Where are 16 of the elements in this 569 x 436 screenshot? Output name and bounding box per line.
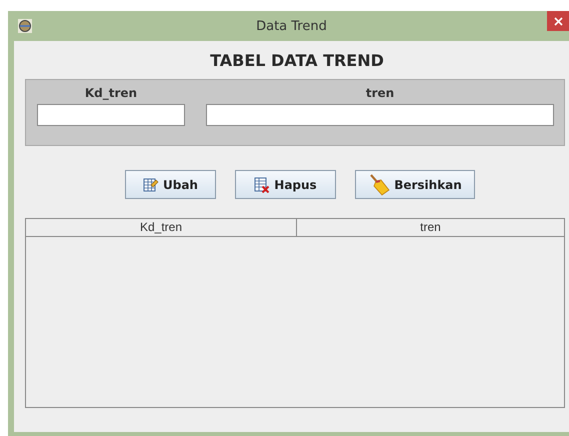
window-title: Data Trend xyxy=(255,18,328,34)
input-field[interactable] xyxy=(206,104,554,126)
field-label: tren xyxy=(366,86,394,100)
column-header[interactable]: tren xyxy=(297,219,564,236)
column-header[interactable]: Kd_tren xyxy=(26,219,297,236)
form-heading: TABEL DATA TREND xyxy=(209,51,385,70)
action-button[interactable]: Hapus xyxy=(235,170,336,199)
action-button[interactable]: Ubah xyxy=(125,170,216,199)
close-button[interactable] xyxy=(547,11,569,31)
table-delete-icon xyxy=(254,176,270,192)
input-field[interactable] xyxy=(37,104,185,126)
field-label: Kd_tren xyxy=(84,86,138,100)
close-icon xyxy=(554,16,562,26)
app-icon xyxy=(18,19,32,33)
table-edit-icon xyxy=(143,176,159,192)
action-button[interactable]: Bersihkan xyxy=(355,170,475,199)
